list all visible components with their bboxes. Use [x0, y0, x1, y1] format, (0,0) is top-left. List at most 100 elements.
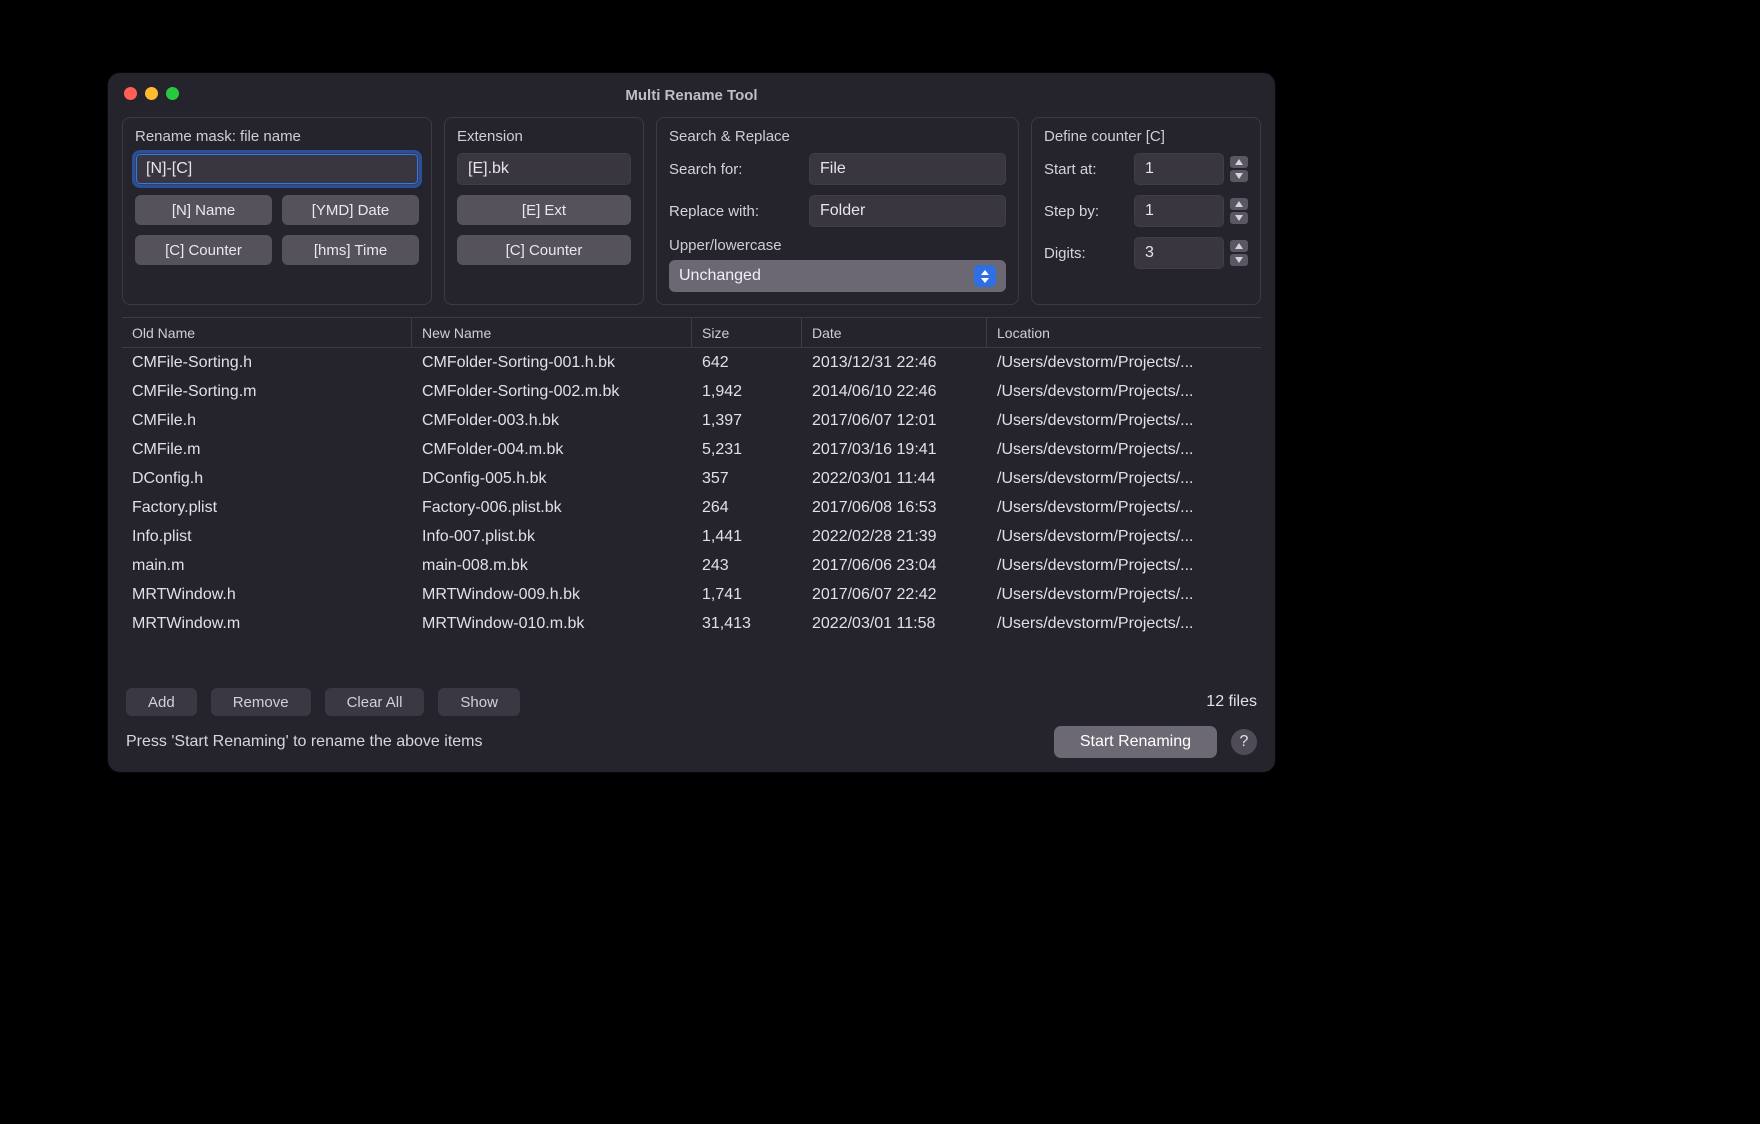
stepper-up-icon[interactable] [1230, 240, 1248, 252]
insert-ext-counter-button[interactable]: [C] Counter [457, 235, 631, 265]
cell-old: DConfig.h [122, 470, 412, 488]
cell-new: MRTWindow-009.h.bk [412, 586, 692, 604]
start-at-input[interactable] [1134, 153, 1224, 185]
table-row[interactable]: MRTWindow.mMRTWindow-010.m.bk31,4132022/… [122, 609, 1261, 638]
cell-size: 31,413 [692, 615, 802, 633]
cell-date: 2022/02/28 21:39 [802, 528, 987, 546]
col-new-name[interactable]: New Name [412, 318, 692, 347]
extension-input[interactable] [457, 153, 631, 185]
cell-size: 243 [692, 557, 802, 575]
cell-date: 2013/12/31 22:46 [802, 354, 987, 372]
cell-size: 1,942 [692, 383, 802, 401]
cell-loc: /Users/devstorm/Projects/... [987, 586, 1261, 604]
start-at-stepper[interactable] [1230, 156, 1248, 182]
cell-date: 2014/06/10 22:46 [802, 383, 987, 401]
define-counter-title: Define counter [C] [1044, 128, 1248, 145]
table-row[interactable]: CMFile-Sorting.hCMFolder-Sorting-001.h.b… [122, 348, 1261, 377]
cell-size: 5,231 [692, 441, 802, 459]
help-button[interactable]: ? [1231, 729, 1257, 755]
insert-counter-button[interactable]: [C] Counter [135, 235, 272, 265]
table-row[interactable]: CMFile-Sorting.mCMFolder-Sorting-002.m.b… [122, 377, 1261, 406]
insert-name-button[interactable]: [N] Name [135, 195, 272, 225]
extension-panel: Extension [E] Ext [C] Counter [444, 117, 644, 305]
digits-stepper[interactable] [1230, 240, 1248, 266]
cell-date: 2017/06/07 12:01 [802, 412, 987, 430]
start-renaming-button[interactable]: Start Renaming [1054, 726, 1217, 758]
table-row[interactable]: DConfig.hDConfig-005.h.bk3572022/03/01 1… [122, 464, 1261, 493]
stepper-up-icon[interactable] [1230, 198, 1248, 210]
window-traffic-lights [124, 87, 179, 100]
add-button[interactable]: Add [126, 688, 197, 716]
cell-new: Factory-006.plist.bk [412, 499, 692, 517]
insert-date-button[interactable]: [YMD] Date [282, 195, 419, 225]
col-location[interactable]: Location [987, 318, 1261, 347]
replace-with-label: Replace with: [669, 203, 799, 220]
table-row[interactable]: Factory.plistFactory-006.plist.bk2642017… [122, 493, 1261, 522]
cell-new: DConfig-005.h.bk [412, 470, 692, 488]
search-replace-title: Search & Replace [669, 128, 1006, 145]
replace-with-input[interactable] [809, 195, 1006, 227]
cell-new: CMFolder-Sorting-001.h.bk [412, 354, 692, 372]
cell-old: Info.plist [122, 528, 412, 546]
cell-loc: /Users/devstorm/Projects/... [987, 615, 1261, 633]
cell-old: Factory.plist [122, 499, 412, 517]
table-row[interactable]: Info.plistInfo-007.plist.bk1,4412022/02/… [122, 522, 1261, 551]
table-body: CMFile-Sorting.hCMFolder-Sorting-001.h.b… [122, 348, 1261, 680]
table-row[interactable]: MRTWindow.hMRTWindow-009.h.bk1,7412017/0… [122, 580, 1261, 609]
cell-size: 642 [692, 354, 802, 372]
rename-mask-panel: Rename mask: file name [N] Name [YMD] Da… [122, 117, 432, 305]
show-button[interactable]: Show [438, 688, 520, 716]
define-counter-panel: Define counter [C] Start at: Step by: [1031, 117, 1261, 305]
cell-new: CMFolder-004.m.bk [412, 441, 692, 459]
stepper-up-icon[interactable] [1230, 156, 1248, 168]
zoom-icon[interactable] [166, 87, 179, 100]
case-select[interactable]: Unchanged [669, 260, 1006, 292]
cell-loc: /Users/devstorm/Projects/... [987, 470, 1261, 488]
stepper-down-icon[interactable] [1230, 170, 1248, 182]
cell-loc: /Users/devstorm/Projects/... [987, 528, 1261, 546]
cell-old: CMFile.h [122, 412, 412, 430]
table-row[interactable]: main.mmain-008.m.bk2432017/06/06 23:04/U… [122, 551, 1261, 580]
remove-button[interactable]: Remove [211, 688, 311, 716]
step-by-stepper[interactable] [1230, 198, 1248, 224]
cell-date: 2017/06/08 16:53 [802, 499, 987, 517]
search-for-label: Search for: [669, 161, 799, 178]
step-by-input[interactable] [1134, 195, 1224, 227]
cell-loc: /Users/devstorm/Projects/... [987, 354, 1261, 372]
preview-table: Old Name New Name Size Date Location CMF… [122, 317, 1261, 680]
cell-date: 2017/06/06 23:04 [802, 557, 987, 575]
cell-old: MRTWindow.m [122, 615, 412, 633]
insert-time-button[interactable]: [hms] Time [282, 235, 419, 265]
stepper-down-icon[interactable] [1230, 254, 1248, 266]
search-replace-panel: Search & Replace Search for: Replace wit… [656, 117, 1019, 305]
clear-all-button[interactable]: Clear All [325, 688, 425, 716]
start-at-label: Start at: [1044, 161, 1124, 178]
digits-label: Digits: [1044, 245, 1124, 262]
col-old-name[interactable]: Old Name [122, 318, 412, 347]
table-row[interactable]: CMFile.hCMFolder-003.h.bk1,3972017/06/07… [122, 406, 1261, 435]
rename-mask-title: Rename mask: file name [135, 128, 419, 145]
cell-loc: /Users/devstorm/Projects/... [987, 557, 1261, 575]
window-title: Multi Rename Tool [108, 87, 1275, 104]
digits-input[interactable] [1134, 237, 1224, 269]
cell-size: 1,397 [692, 412, 802, 430]
cell-size: 264 [692, 499, 802, 517]
footer: Press 'Start Renaming' to rename the abo… [108, 716, 1275, 772]
minimize-icon[interactable] [145, 87, 158, 100]
case-select-value: Unchanged [679, 267, 761, 285]
stepper-down-icon[interactable] [1230, 212, 1248, 224]
cell-old: CMFile.m [122, 441, 412, 459]
col-date[interactable]: Date [802, 318, 987, 347]
close-icon[interactable] [124, 87, 137, 100]
cell-size: 357 [692, 470, 802, 488]
step-by-label: Step by: [1044, 203, 1124, 220]
cell-date: 2022/03/01 11:44 [802, 470, 987, 488]
insert-ext-button[interactable]: [E] Ext [457, 195, 631, 225]
rename-mask-input[interactable] [135, 153, 419, 185]
search-for-input[interactable] [809, 153, 1006, 185]
hint-text: Press 'Start Renaming' to rename the abo… [126, 733, 483, 751]
col-size[interactable]: Size [692, 318, 802, 347]
table-row[interactable]: CMFile.mCMFolder-004.m.bk5,2312017/03/16… [122, 435, 1261, 464]
table-header: Old Name New Name Size Date Location [122, 318, 1261, 348]
cell-date: 2022/03/01 11:58 [802, 615, 987, 633]
